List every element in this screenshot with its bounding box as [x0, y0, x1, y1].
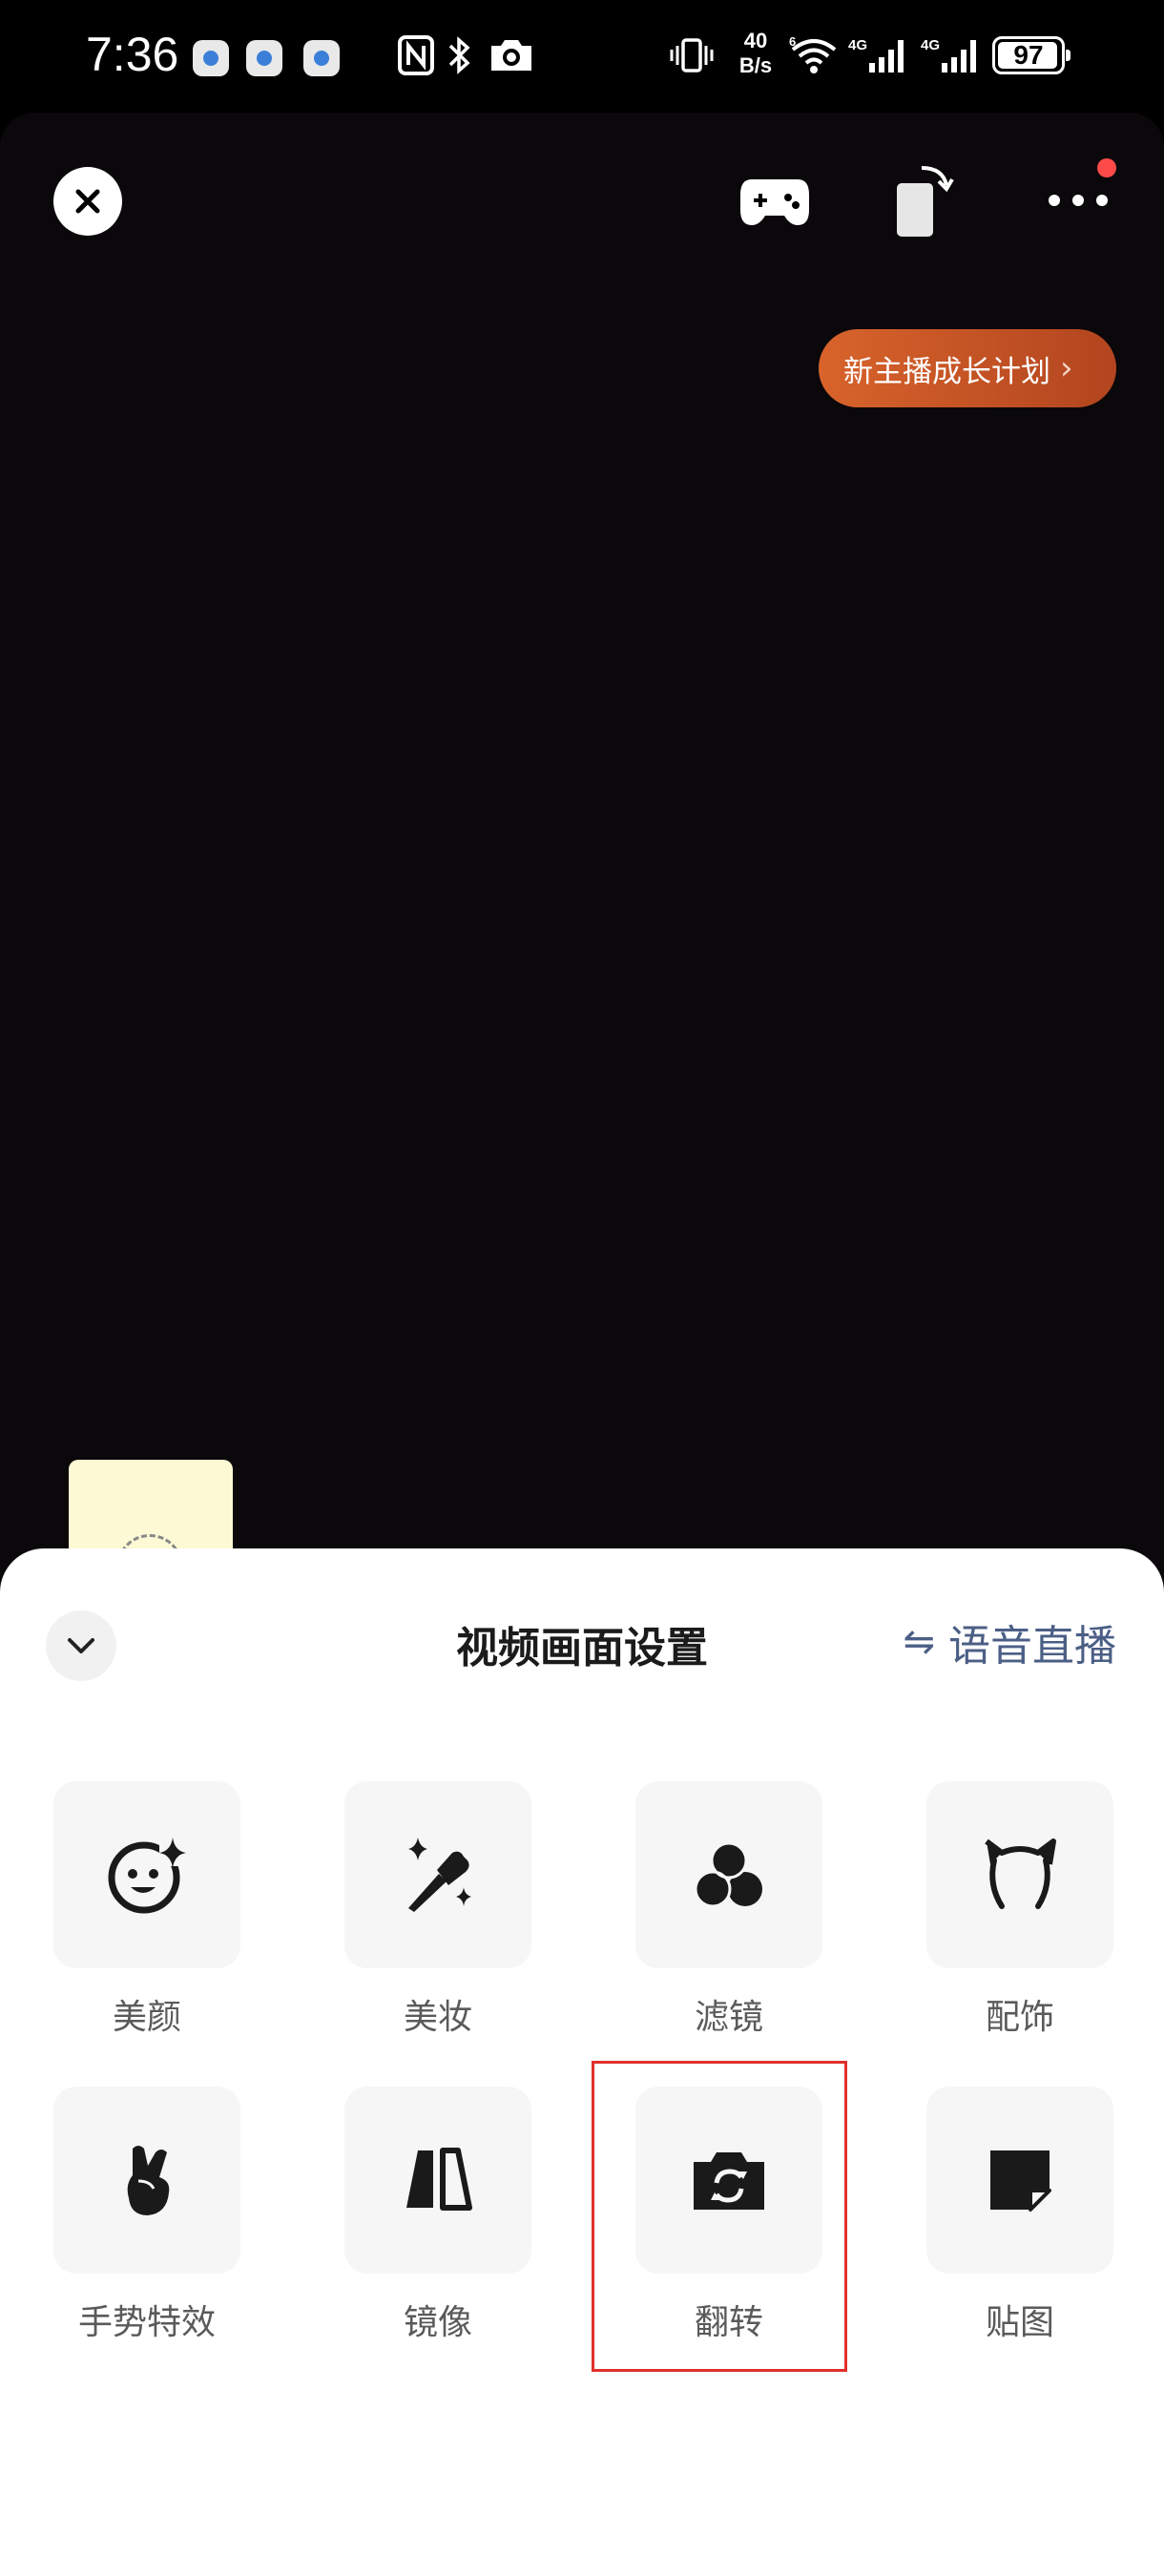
- tool-filter[interactable]: 滤镜: [635, 1781, 822, 2039]
- beauty-face-icon: [108, 1838, 186, 1914]
- finger-heart-gesture-icon: [127, 2146, 170, 2215]
- more-icon: [1049, 195, 1108, 206]
- swap-icon: ⇋: [903, 1620, 935, 1664]
- tool-label: 美颜: [112, 1998, 181, 2037]
- tool-sticker[interactable]: 贴图: [926, 2087, 1113, 2344]
- tool-icon-box: [635, 1781, 822, 1968]
- tool-icon-box: [53, 1781, 240, 1968]
- tool-label: 手势特效: [77, 2303, 216, 2342]
- tool-icon-box: [344, 2087, 531, 2274]
- notification-app-icon: [246, 40, 282, 76]
- chevron-right-icon: ›: [1060, 349, 1073, 387]
- sticker-icon: [990, 2150, 1051, 2212]
- network-speed: 40 B/s: [738, 29, 773, 77]
- tool-gesture-effects[interactable]: 手势特效: [53, 2087, 240, 2344]
- tool-label: 镜像: [403, 2303, 472, 2342]
- svg-text:4G: 4G: [848, 37, 867, 53]
- battery-percentage: 97: [1013, 40, 1044, 70]
- vibrate-icon: [668, 29, 716, 82]
- tool-icon-box: [344, 1781, 531, 1968]
- video-settings-sheet: 视频画面设置 ⇋ 语音直播: [0, 1548, 1164, 2576]
- tool-accessory[interactable]: 配饰: [926, 1781, 1113, 2039]
- tool-makeup[interactable]: 美妆: [344, 1781, 531, 2039]
- mirror-icon: [406, 2148, 472, 2211]
- signal-sim1-icon: 4G: [847, 29, 910, 82]
- signal-sim2-icon: 4G: [920, 29, 983, 82]
- switch-to-voice-live-button[interactable]: ⇋ 语音直播: [903, 1611, 1116, 1672]
- game-mode-button[interactable]: [737, 162, 813, 239]
- notification-dot: [1097, 158, 1116, 177]
- tool-icon-box: [53, 2087, 240, 2274]
- rotate-screen-icon: [897, 166, 954, 237]
- growth-plan-label: 新主播成长计划: [843, 354, 1050, 389]
- tool-label: 配饰: [985, 1998, 1054, 2037]
- tool-label: 贴图: [985, 2303, 1054, 2342]
- notification-app-icon: [193, 40, 229, 76]
- wifi-icon: 6: [786, 29, 842, 82]
- rotate-screen-button[interactable]: [880, 162, 956, 239]
- close-button[interactable]: [53, 167, 122, 236]
- voice-live-label: 语音直播: [948, 1622, 1116, 1671]
- notification-app-icon: [303, 40, 340, 76]
- tool-label: 滤镜: [694, 1998, 763, 2037]
- gamepad-icon: [740, 179, 809, 225]
- camera-in-use-icon: [485, 29, 538, 82]
- makeup-brush-icon: [408, 1838, 471, 1912]
- selection-highlight-box: [592, 2061, 847, 2372]
- status-time: 7:36: [86, 28, 179, 81]
- tool-icon-box: [926, 1781, 1113, 1968]
- tool-icon-box: [926, 2087, 1113, 2274]
- filter-icon: [694, 1841, 762, 1908]
- nfc-icon: [393, 29, 439, 82]
- svg-text:6: 6: [789, 34, 796, 49]
- tool-mirror[interactable]: 镜像: [344, 2087, 531, 2344]
- svg-text:4G: 4G: [921, 37, 940, 53]
- bluetooth-icon: [441, 29, 479, 82]
- cat-ears-accessory-icon: [985, 1839, 1056, 1909]
- new-streamer-growth-plan-button[interactable]: 新主播成长计划 ›: [819, 329, 1116, 407]
- tool-label: 美妆: [403, 1998, 472, 2037]
- battery-indicator: 97: [992, 36, 1070, 74]
- tool-beauty[interactable]: 美颜: [53, 1781, 240, 2039]
- status-bar: 7:36 40 B/s 6 4G 4G 97: [0, 0, 1164, 113]
- close-icon: [75, 189, 100, 214]
